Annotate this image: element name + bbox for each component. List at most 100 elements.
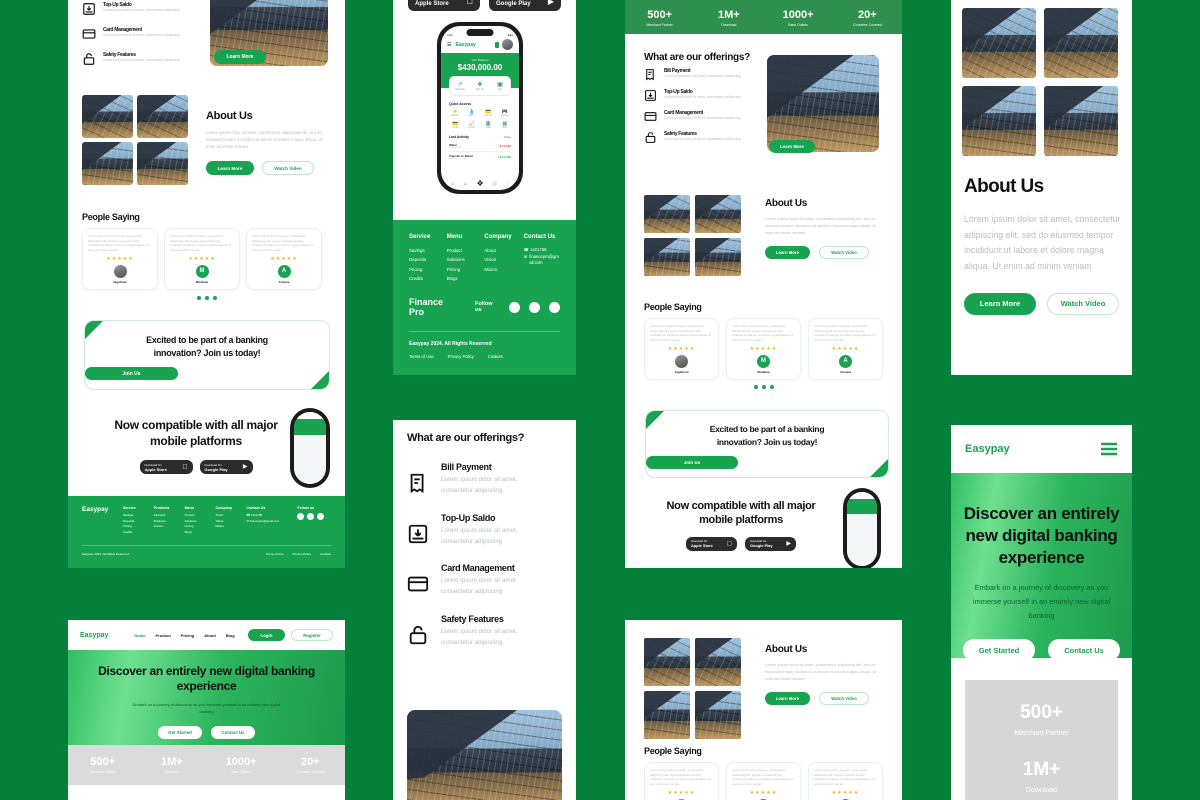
about-watch-video-button[interactable]: Watch Video [262, 161, 314, 176]
app-notification-icon[interactable] [495, 41, 499, 48]
footer-link[interactable]: Blogs [447, 274, 477, 283]
about-learn-more-button[interactable]: Learn More [765, 246, 810, 259]
footer-link[interactable]: Vision [484, 255, 515, 264]
nav-link-home[interactable]: Home [134, 633, 145, 638]
offering-item[interactable]: Safety Features Lorem ipsum dolor sit am… [82, 52, 222, 66]
join-us-button[interactable]: Join Us [646, 456, 738, 469]
footer-link[interactable]: Credits [409, 274, 439, 283]
testimonial-card[interactable]: Lorem ipsum dolor sit amet, consectetur … [726, 762, 801, 800]
hero-contact-us-button[interactable]: Contact Us [211, 725, 255, 739]
quick-item[interactable]: ⚡ Electric [447, 109, 464, 117]
offering-item[interactable]: Bill Payment Lorem ipsum dolor sit amet,… [407, 462, 562, 497]
hero-contact-us-button[interactable]: Contact Us [1048, 639, 1120, 662]
tab-stats-icon[interactable]: ▲ [463, 181, 468, 187]
nav-link-about[interactable]: About [204, 633, 216, 638]
carousel-dot[interactable] [204, 296, 209, 300]
facebook-icon[interactable]: f [509, 301, 521, 313]
join-us-button[interactable]: Join Us [85, 367, 178, 380]
youtube-icon[interactable]: ▶ [549, 301, 560, 313]
testimonial-card[interactable]: Lorem ipsum dolor sit amet, consectetur … [808, 318, 883, 380]
offering-item[interactable]: Top-Up Saldo Lorem ipsum dolor sit amet,… [407, 513, 562, 548]
offering-item[interactable]: Top-Up Saldo Lorem ipsum dolor sit amet,… [644, 89, 774, 102]
footer-legal-link[interactable]: Cookies [320, 552, 331, 556]
testimonial-card[interactable]: Lorem ipsum dolor sit amet, consectetur … [82, 228, 158, 290]
carousel-dot[interactable] [769, 385, 774, 389]
register-button[interactable]: Register [291, 629, 333, 641]
footer-link[interactable]: Invoice [154, 524, 176, 530]
testimonial-card[interactable]: Lorem ipsum dolor sit amet, consectetur … [246, 228, 322, 290]
offerings-learn-more-button[interactable]: Learn More [214, 50, 266, 64]
login-button[interactable]: Login [248, 629, 285, 641]
activity-row[interactable]: Water Payment Bill -$ 12,000 [449, 141, 511, 152]
hamburger-icon[interactable] [1100, 442, 1118, 456]
activity-link[interactable]: Today [504, 135, 511, 139]
quick-item[interactable]: 🏦 Loan [480, 121, 497, 129]
app-menu-icon[interactable]: ☰ [447, 42, 451, 48]
offering-item[interactable]: Card Management Lorem ipsum dolor sit am… [407, 563, 562, 598]
instagram-icon[interactable]: ◻ [529, 301, 541, 313]
footer-link[interactable]: Blogs [185, 530, 207, 536]
tab-home-icon[interactable]: ⌂ [451, 181, 454, 187]
footer-legal-link[interactable]: Terms of Use [266, 552, 284, 556]
footer-link[interactable]: About [484, 246, 515, 255]
offering-item[interactable]: Card Management Lorem ipsum dolor sit am… [644, 110, 774, 123]
offering-item[interactable]: Safety Features Lorem ipsum dolor sit am… [407, 614, 562, 649]
footer-legal-link[interactable]: Cookies [488, 354, 503, 359]
nav-logo[interactable]: Easypay [80, 632, 108, 639]
footer-logo[interactable]: Easypay [82, 506, 114, 535]
footer-link[interactable]: Mision [216, 524, 238, 530]
hero-get-started-button[interactable]: Get Started [963, 639, 1035, 662]
tab-card-icon[interactable]: ▤ [492, 181, 497, 187]
about-watch-video-button[interactable]: Watch Video [819, 692, 869, 705]
quick-item[interactable]: 💳 Credit [447, 121, 464, 129]
carousel-dots[interactable] [753, 385, 774, 389]
apple-store-button[interactable]: Download On Apple Store  [686, 537, 737, 551]
quick-item[interactable]: 🎮 Games [497, 109, 514, 117]
google-play-button[interactable]: Download On Google Play ▶ [745, 537, 796, 551]
about-learn-more-button[interactable]: Learn More [206, 161, 254, 176]
app-action[interactable]: ❖ Top Up [470, 81, 490, 91]
hero-get-started-button[interactable]: Get Started [158, 725, 202, 739]
quick-item[interactable]: 📈 Invest [464, 121, 481, 129]
facebook-icon[interactable]: f [297, 513, 305, 520]
quick-item[interactable]: 💳 Top Up [480, 109, 497, 117]
carousel-dots[interactable] [196, 296, 217, 300]
footer-email[interactable]: ✉ financepro@gmail.com [524, 254, 560, 265]
about-watch-video-button[interactable]: Watch Video [1047, 292, 1119, 315]
quick-item[interactable]: ▦ More [497, 121, 514, 129]
footer-link[interactable]: Pricing [447, 265, 477, 274]
footer-link[interactable]: Savings [409, 246, 439, 255]
offering-item[interactable]: Top-Up Saldo Lorem ipsum dolor sit amet,… [82, 2, 222, 16]
about-watch-video-button[interactable]: Watch Video [819, 246, 869, 259]
footer-link[interactable]: Pricing [409, 265, 439, 274]
testimonial-card[interactable]: Lorem ipsum dolor sit amet, consectetur … [726, 318, 801, 380]
footer-email[interactable]: ✉ financepro@gmail.com [246, 519, 288, 525]
footer-link[interactable]: Credits [123, 530, 145, 536]
footer-link[interactable]: Solutions [447, 255, 477, 264]
footer-phone[interactable]: ☎ 1421788 [524, 246, 560, 254]
offerings-learn-more-button[interactable]: Learn More [769, 140, 815, 153]
apple-store-button[interactable]: Download On Apple Store  [408, 0, 480, 11]
footer-legal-link[interactable]: Terms of Use [409, 354, 434, 359]
instagram-icon[interactable]: ◻ [307, 513, 315, 520]
footer-legal-link[interactable]: Privacy Policy [448, 354, 474, 359]
about-learn-more-button[interactable]: Learn More [964, 292, 1036, 315]
offering-item[interactable]: Card Management Lorem ipsum dolor sit am… [82, 27, 222, 41]
tab-profile-icon[interactable]: ○ [506, 181, 509, 187]
nav-logo[interactable]: Easypay [965, 443, 1010, 455]
app-action[interactable]: ▣ Pay [490, 81, 510, 91]
youtube-icon[interactable]: ▶ [317, 513, 325, 520]
nav-link-pricing[interactable]: Pricing [181, 633, 195, 638]
carousel-dot[interactable] [753, 385, 758, 389]
testimonial-card[interactable]: Lorem ipsum dolor sit amet, consectetur … [808, 762, 883, 800]
activity-row[interactable]: Transfer to David Transfer +$ 17,000 [449, 152, 511, 162]
footer-link[interactable]: Mision [484, 265, 515, 274]
footer-link[interactable]: Product [447, 246, 477, 255]
nav-link-blog[interactable]: Blog [226, 633, 235, 638]
app-avatar[interactable] [502, 39, 513, 50]
testimonial-card[interactable]: Lorem ipsum dolor sit amet, consectetur … [164, 228, 240, 290]
tab-scan-icon[interactable]: ❖ [477, 179, 484, 188]
offering-item[interactable]: Bill Payment Lorem ipsum dolor sit amet,… [644, 68, 774, 81]
testimonial-card[interactable]: Lorem ipsum dolor sit amet, consectetur … [644, 762, 719, 800]
testimonial-card[interactable]: Lorem ipsum dolor sit amet, consectetur … [644, 318, 719, 380]
